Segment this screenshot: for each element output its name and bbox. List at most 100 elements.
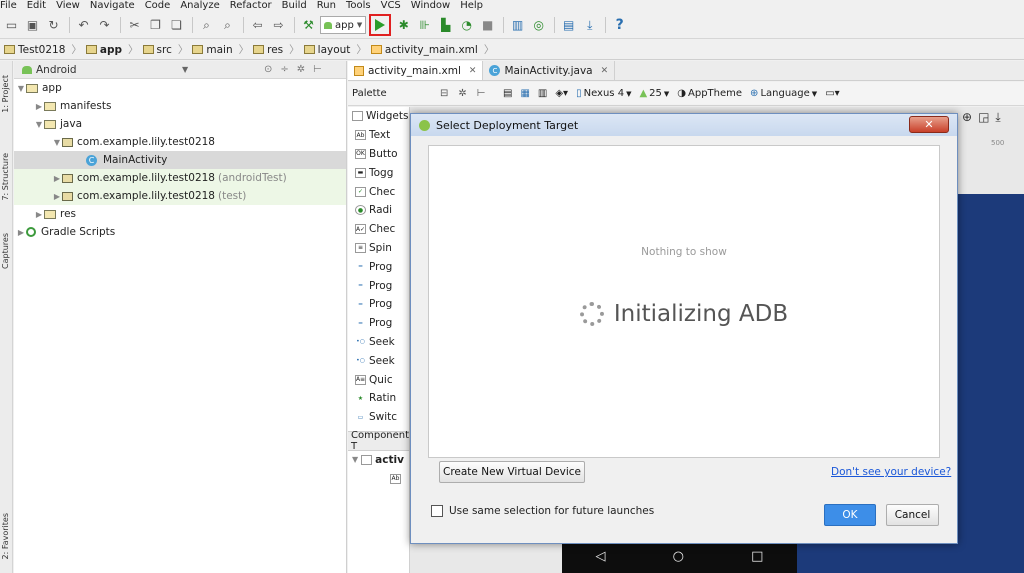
- sync-scroll-icon[interactable]: ⊙: [264, 64, 272, 75]
- palette-item[interactable]: Ab Text: [348, 126, 409, 145]
- menu-view[interactable]: View: [56, 0, 80, 11]
- close-icon[interactable]: ✕: [601, 66, 609, 76]
- collapse-all-icon[interactable]: ÷: [280, 64, 288, 75]
- menu-file[interactable]: File: [0, 0, 17, 11]
- favorites-tool-tab[interactable]: 2: Favorites: [1, 513, 10, 559]
- hide-panel-icon[interactable]: ⊢: [477, 88, 486, 99]
- palette-item[interactable]: ● Radi: [348, 201, 409, 220]
- palette-item[interactable]: ▭ Switc: [348, 408, 409, 427]
- undo-icon[interactable]: ↶: [74, 16, 93, 35]
- palette-group-widgets[interactable]: Widgets: [348, 107, 409, 126]
- palette-item[interactable]: A≡ Quic: [348, 370, 409, 389]
- sync-gradle-icon[interactable]: ◎: [529, 16, 548, 35]
- stop-icon[interactable]: ■: [478, 16, 497, 35]
- menu-navigate[interactable]: Navigate: [90, 0, 135, 11]
- collapsed-arrow-icon[interactable]: ▶: [34, 210, 44, 219]
- tree-item-gradle-scripts[interactable]: ▶ Gradle Scripts: [14, 223, 346, 241]
- expanded-arrow-icon[interactable]: ▼: [52, 138, 62, 147]
- orientation-icon[interactable]: ◈▾: [555, 88, 568, 99]
- palette-item[interactable]: ★ Ratin: [348, 389, 409, 408]
- profile-icon[interactable]: ⊪: [415, 16, 434, 35]
- replace-icon[interactable]: ⌕: [218, 16, 237, 35]
- palette-item[interactable]: ━ Prog: [348, 295, 409, 314]
- ok-button[interactable]: OK: [824, 504, 876, 526]
- project-view-selector[interactable]: Android ▼ ⊙ ÷ ✲ ⊢: [14, 61, 346, 79]
- language-select[interactable]: ⊕ Language ▼: [750, 88, 817, 99]
- pan-icon[interactable]: ⤓: [995, 110, 1000, 125]
- breadcrumb-item[interactable]: res 〉: [253, 42, 304, 57]
- tree-item-main-activity[interactable]: C MainActivity: [14, 151, 346, 169]
- open-icon[interactable]: ▭: [2, 16, 21, 35]
- same-selection-checkbox[interactable]: Use same selection for future launches: [431, 505, 654, 517]
- palette-item[interactable]: •○ Seek: [348, 333, 409, 352]
- tree-item-app[interactable]: ▼ app: [14, 79, 346, 97]
- tree-item-manifests[interactable]: ▶ manifests: [14, 97, 346, 115]
- gear-icon[interactable]: ✲: [458, 88, 466, 99]
- collapsed-arrow-icon[interactable]: ▶: [52, 192, 62, 201]
- structure-tool-tab[interactable]: 7: Structure: [1, 153, 10, 201]
- palette-item[interactable]: ━ Prog: [348, 314, 409, 333]
- tree-item-package[interactable]: ▼ com.example.lily.test0218: [14, 133, 346, 151]
- back-icon[interactable]: ⇦: [248, 16, 267, 35]
- menu-vcs[interactable]: VCS: [381, 0, 401, 11]
- layout-variant-select[interactable]: ▭▾: [825, 88, 839, 99]
- cut-icon[interactable]: ✂: [125, 16, 144, 35]
- help-icon[interactable]: ?: [610, 16, 629, 35]
- forward-icon[interactable]: ⇨: [269, 16, 288, 35]
- collapsed-arrow-icon[interactable]: ▶: [34, 102, 44, 111]
- cancel-button[interactable]: Cancel: [886, 504, 939, 526]
- find-icon[interactable]: ⌕: [197, 16, 216, 35]
- project-structure-icon[interactable]: ▤: [559, 16, 578, 35]
- dont-see-device-link[interactable]: Don't see your device?: [831, 466, 951, 478]
- menu-code[interactable]: Code: [145, 0, 171, 11]
- tree-item-java[interactable]: ▼ java: [14, 115, 346, 133]
- breadcrumb-item[interactable]: app 〉: [85, 42, 143, 57]
- device-list[interactable]: Nothing to show Initializing ADB: [428, 145, 940, 458]
- attach-debugger-icon[interactable]: ▙: [436, 16, 455, 35]
- palette-item[interactable]: •○ Seek: [348, 351, 409, 370]
- tree-item-package-test[interactable]: ▶ com.example.lily.test0218 (test): [14, 187, 346, 205]
- tab-activity-main-xml[interactable]: activity_main.xml ✕: [348, 61, 484, 80]
- collapsed-arrow-icon[interactable]: ▶: [16, 228, 26, 237]
- checkbox-box[interactable]: [431, 505, 443, 517]
- sync-icon[interactable]: ↻: [44, 16, 63, 35]
- menu-run[interactable]: Run: [317, 0, 336, 11]
- menu-edit[interactable]: Edit: [27, 0, 46, 11]
- save-icon[interactable]: ▣: [23, 16, 42, 35]
- api-select[interactable]: ▲ 25 ▼: [639, 88, 669, 99]
- run-button[interactable]: [369, 14, 392, 36]
- search-icon[interactable]: ⊟: [440, 88, 448, 99]
- debug-icon[interactable]: ✱: [394, 16, 413, 35]
- component-tree-root[interactable]: ▼ activ: [348, 451, 409, 470]
- close-icon[interactable]: ✕: [469, 66, 477, 76]
- theme-select[interactable]: ◑ AppTheme: [677, 88, 742, 99]
- breadcrumb-item[interactable]: src 〉: [142, 42, 193, 57]
- paste-icon[interactable]: ❏: [167, 16, 186, 35]
- make-project-icon[interactable]: ⚒: [299, 16, 318, 35]
- breadcrumb-item[interactable]: layout 〉: [303, 42, 371, 57]
- breadcrumb-item[interactable]: activity_main.xml 〉: [370, 42, 498, 57]
- redo-icon[interactable]: ↷: [95, 16, 114, 35]
- collapsed-arrow-icon[interactable]: ▶: [52, 174, 62, 183]
- palette-item[interactable]: ━ Prog: [348, 276, 409, 295]
- breadcrumb-item[interactable]: main 〉: [192, 42, 253, 57]
- zoom-fit-icon[interactable]: ◲: [978, 110, 989, 125]
- menu-window[interactable]: Window: [411, 0, 450, 11]
- both-views-icon[interactable]: ▥: [538, 88, 547, 99]
- tab-main-activity-java[interactable]: C MainActivity.java ✕: [483, 61, 616, 80]
- gear-icon[interactable]: ✲: [297, 64, 305, 75]
- tree-item-package-androidtest[interactable]: ▶ com.example.lily.test0218 (androidTest…: [14, 169, 346, 187]
- menu-analyze[interactable]: Analyze: [180, 0, 219, 11]
- palette-item[interactable]: ≡ Spin: [348, 239, 409, 258]
- run-config-select[interactable]: app ▼: [320, 16, 367, 34]
- palette-item[interactable]: A✓ Chec: [348, 220, 409, 239]
- menu-tools[interactable]: Tools: [346, 0, 371, 11]
- tree-item-res[interactable]: ▶ res: [14, 205, 346, 223]
- zoom-in-icon[interactable]: ⊕: [962, 110, 972, 125]
- expanded-arrow-icon[interactable]: ▼: [16, 84, 26, 93]
- component-tree-child[interactable]: Ab: [348, 469, 409, 488]
- close-button[interactable]: ✕: [909, 116, 949, 133]
- menu-build[interactable]: Build: [282, 0, 307, 11]
- copy-icon[interactable]: ❐: [146, 16, 165, 35]
- device-select[interactable]: ▯ Nexus 4 ▼: [576, 88, 631, 99]
